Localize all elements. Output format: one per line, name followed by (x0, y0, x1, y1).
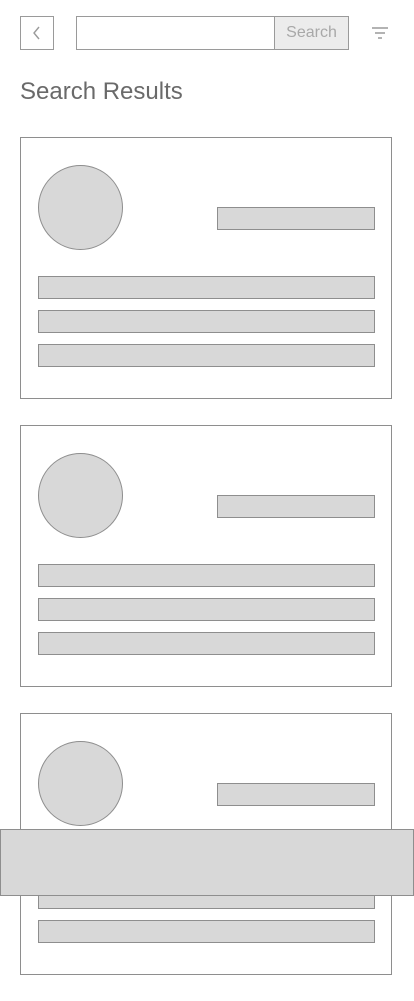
result-text-line (38, 344, 375, 367)
page-title: Search Results (20, 78, 183, 105)
avatar (38, 741, 123, 826)
bottom-bar (0, 829, 414, 896)
search-button-label: Search (286, 24, 337, 41)
result-text-line (38, 276, 375, 299)
filter-button[interactable] (369, 22, 391, 44)
result-text-line (38, 632, 375, 655)
chevron-left-icon (33, 26, 40, 40)
result-card[interactable] (20, 425, 392, 687)
result-text-line (38, 598, 375, 621)
result-text-line (38, 564, 375, 587)
avatar (38, 165, 123, 250)
back-button[interactable] (20, 16, 54, 50)
result-text-line (38, 310, 375, 333)
filter-icon (372, 27, 388, 39)
result-title-placeholder (217, 783, 375, 806)
search-input[interactable] (76, 16, 275, 50)
result-title-placeholder (217, 495, 375, 518)
search-button[interactable]: Search (274, 16, 349, 50)
avatar (38, 453, 123, 538)
result-card[interactable] (20, 137, 392, 399)
result-title-placeholder (217, 207, 375, 230)
result-text-line (38, 920, 375, 943)
